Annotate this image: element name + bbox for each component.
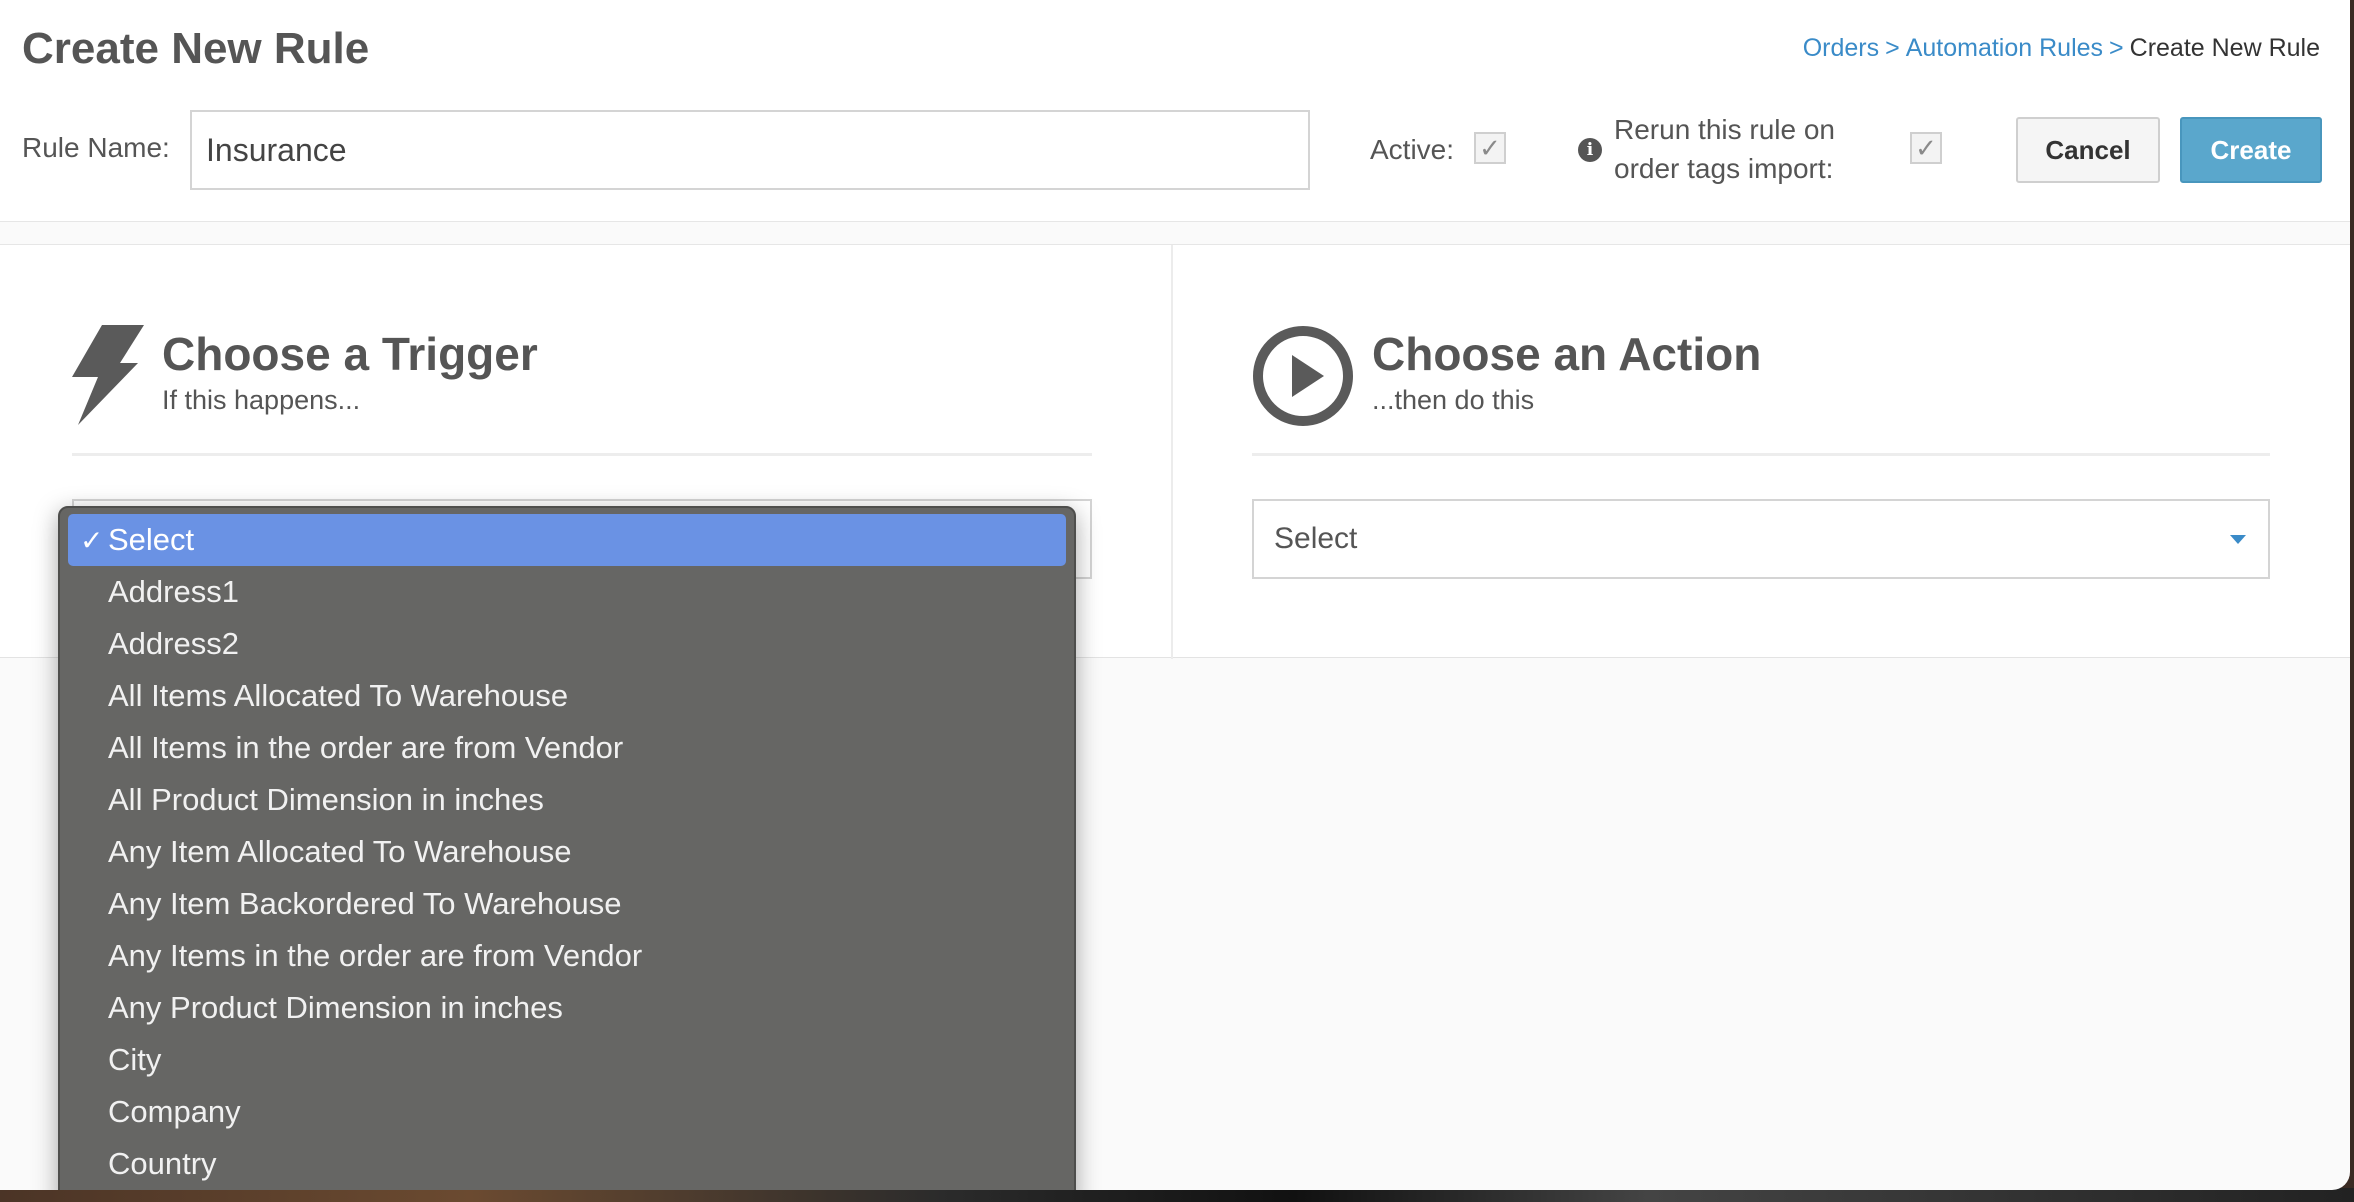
- create-button[interactable]: Create: [2180, 117, 2322, 183]
- dropdown-option-label: Any Product Dimension in inches: [108, 990, 563, 1025]
- dropdown-option[interactable]: Any Item Backordered To Warehouse: [68, 878, 1066, 930]
- dropdown-option-label: All Product Dimension in inches: [108, 782, 544, 817]
- action-title: Choose an Action: [1372, 328, 1762, 380]
- dropdown-option[interactable]: Address2: [68, 618, 1066, 670]
- rule-name-label: Rule Name:: [22, 132, 170, 163]
- checkmark-icon: ✓: [80, 525, 104, 556]
- dropdown-option-label: Select: [108, 522, 195, 557]
- dropdown-option-label: Any Item Backordered To Warehouse: [108, 886, 622, 921]
- dropdown-option-label: Any Item Allocated To Warehouse: [108, 834, 572, 869]
- dropdown-option[interactable]: All Items in the order are from Vendor: [68, 722, 1066, 774]
- breadcrumb-separator: >: [1885, 34, 1900, 62]
- dropdown-option-label: Country: [108, 1146, 217, 1181]
- action-subtitle: ...then do this: [1372, 385, 1535, 415]
- action-separator: [1252, 453, 2270, 456]
- breadcrumb: Orders > Automation Rules > Create New Rule: [1803, 34, 2320, 63]
- app-window: Create New Rule Orders > Automation Rules >…: [0, 0, 2350, 1190]
- active-label: Active:: [1370, 134, 1455, 165]
- dropdown-option[interactable]: All Product Dimension in inches: [68, 774, 1066, 826]
- dropdown-option[interactable]: All Items Allocated To Warehouse: [68, 670, 1066, 722]
- dropdown-option-label: All Items Allocated To Warehouse: [108, 678, 569, 713]
- dropdown-option[interactable]: Any Product Dimension in inches: [68, 982, 1066, 1034]
- cancel-button[interactable]: Cancel: [2016, 117, 2160, 183]
- lightning-bolt-icon: [72, 325, 144, 425]
- breadcrumb-automation-rules-link[interactable]: Automation Rules: [1906, 34, 2103, 62]
- dropdown-option-label: Any Items in the order are from Vendor: [108, 938, 643, 973]
- active-checkbox[interactable]: ✓: [1474, 132, 1506, 164]
- column-divider: [1171, 245, 1173, 659]
- dropdown-option[interactable]: Company: [68, 1086, 1066, 1138]
- dropdown-option-label: City: [108, 1042, 162, 1077]
- chevron-down-icon: [2230, 535, 2246, 544]
- dropdown-option-label: Company: [108, 1094, 241, 1129]
- action-select-value: Select: [1274, 522, 1358, 555]
- rule-name-input[interactable]: [190, 110, 1310, 190]
- dropdown-option[interactable]: City: [68, 1034, 1066, 1086]
- dropdown-option-label: Address1: [108, 574, 239, 609]
- dropdown-option-label: Address2: [108, 626, 239, 661]
- dropdown-option[interactable]: Address1: [68, 566, 1066, 618]
- desktop-background-strip: [0, 1188, 2354, 1202]
- breadcrumb-separator: >: [2109, 34, 2124, 62]
- play-circle-icon: [1253, 326, 1353, 426]
- breadcrumb-orders-link[interactable]: Orders: [1803, 34, 1879, 62]
- dropdown-option-label: All Items in the order are from Vendor: [108, 730, 624, 765]
- action-select[interactable]: Select: [1252, 499, 2270, 579]
- rerun-rule-checkbox[interactable]: ✓: [1910, 132, 1942, 164]
- dropdown-option[interactable]: Any Item Allocated To Warehouse: [68, 826, 1066, 878]
- trigger-dropdown-list[interactable]: ✓ Select Address1 Address2 All Items Allocat…: [58, 506, 1076, 1190]
- dropdown-option[interactable]: Country: [68, 1138, 1066, 1190]
- info-icon[interactable]: i: [1578, 138, 1602, 162]
- dropdown-option[interactable]: ✓ Select: [68, 514, 1066, 566]
- trigger-subtitle: If this happens...: [162, 385, 361, 415]
- breadcrumb-current: Create New Rule: [2129, 34, 2320, 62]
- rerun-rule-label: Rerun this rule on order tags import:: [1614, 114, 1836, 184]
- trigger-separator: [72, 453, 1092, 456]
- trigger-title: Choose a Trigger: [162, 328, 538, 380]
- dropdown-option[interactable]: Any Items in the order are from Vendor: [68, 930, 1066, 982]
- page-title: Create New Rule: [22, 24, 370, 73]
- page-header: Create New Rule Orders > Automation Rules >…: [0, 0, 2350, 222]
